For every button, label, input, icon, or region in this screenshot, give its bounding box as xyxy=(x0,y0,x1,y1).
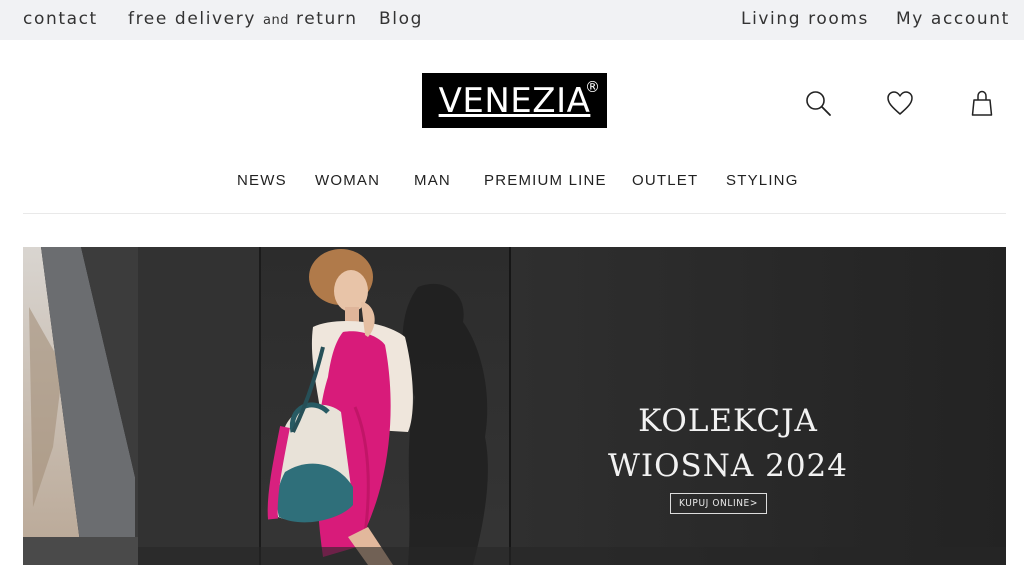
nav-outlet[interactable]: OUTLET xyxy=(632,172,698,189)
registered-mark: ® xyxy=(585,78,600,96)
nav-news[interactable]: NEWS xyxy=(237,172,287,189)
delivery-and-text: and xyxy=(263,13,289,28)
venezia-logo[interactable]: VENEZIA ® xyxy=(422,73,607,128)
heart-icon-svg xyxy=(887,91,913,115)
blog-link[interactable]: Blog xyxy=(379,9,423,29)
header-divider xyxy=(23,213,1006,214)
heart-icon[interactable] xyxy=(885,88,915,118)
hero-title-line2: WIOSNA 2024 xyxy=(607,448,849,484)
search-icon[interactable] xyxy=(803,88,833,118)
top-utility-bar: contact free delivery and return Blog Li… xyxy=(0,0,1024,40)
search-icon-svg xyxy=(806,91,831,116)
delivery-return-link[interactable]: free delivery and return xyxy=(128,9,358,29)
contact-link[interactable]: contact xyxy=(23,9,98,29)
bag-icon[interactable] xyxy=(967,88,997,118)
my-account-link[interactable]: My account xyxy=(896,9,1010,29)
hero-title-line1: KOLEKCJA xyxy=(638,403,818,439)
main-navigation: NEWS WOMAN MAN PREMIUM LINE OUTLET STYLI… xyxy=(0,172,1024,192)
delivery-text: free delivery xyxy=(128,9,256,29)
nav-man[interactable]: MAN xyxy=(414,172,451,189)
nav-premium-line[interactable]: PREMIUM LINE xyxy=(484,172,607,189)
nav-styling[interactable]: STYLING xyxy=(726,172,799,189)
logo-wordmark: VENEZIA xyxy=(438,80,591,121)
living-rooms-link[interactable]: Living rooms xyxy=(741,9,869,29)
nav-woman[interactable]: WOMAN xyxy=(315,172,380,189)
return-text: return xyxy=(296,9,358,29)
shop-online-button[interactable]: KUPUJ ONLINE> xyxy=(670,493,767,514)
bag-icon-svg xyxy=(971,90,993,116)
